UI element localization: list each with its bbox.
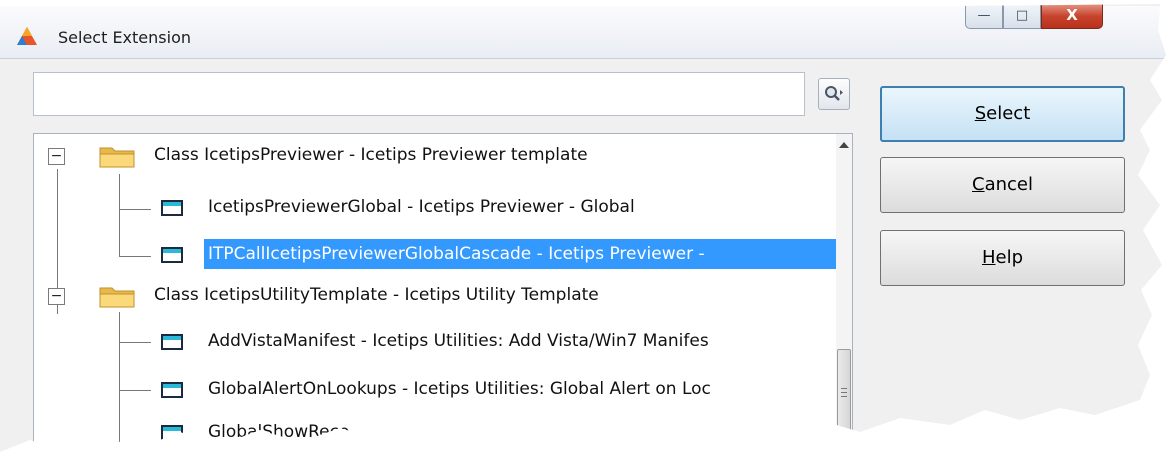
select-label: elect — [986, 103, 1031, 124]
extension-template-icon — [161, 200, 183, 216]
scroll-up-arrow-icon[interactable] — [839, 142, 849, 148]
tree-item-row[interactable]: IcetipsPreviewerGlobal - Icetips Preview… — [34, 188, 834, 228]
grip-icon — [841, 392, 847, 393]
tree-item-row[interactable]: AddVistaManifest - Icetips Utilities: Ad… — [34, 328, 834, 368]
tree-item-label: IcetipsPreviewerGlobal - Icetips Preview… — [208, 197, 635, 217]
extension-template-icon — [161, 247, 183, 263]
app-logo-icon — [17, 27, 37, 45]
folder-icon — [99, 147, 135, 168]
extension-template-icon — [161, 382, 183, 398]
tree-item-row-selected[interactable]: ITPCallIcetipsPreviewerGlobalCascade - I… — [34, 235, 837, 275]
folder-icon — [99, 287, 135, 308]
grip-icon — [841, 396, 847, 397]
collapse-icon[interactable]: − — [48, 148, 65, 165]
magnifier-icon — [825, 86, 843, 101]
maximize-button[interactable]: □ — [1003, 4, 1041, 29]
cancel-button[interactable]: Cancel — [880, 157, 1125, 213]
tree-item-row[interactable]: GlobalAlertOnLookups - Icetips Utilities… — [34, 376, 834, 416]
tree-group-row[interactable]: − Class IcetipsPreviewer - Icetips Previ… — [34, 140, 834, 180]
collapse-icon[interactable]: − — [48, 288, 65, 305]
select-extension-dialog: Select Extension — □ X − Class IcetipsPr… — [0, 4, 1166, 452]
help-mnemonic: H — [981, 247, 996, 268]
search-input[interactable] — [33, 72, 805, 116]
tree-item-row[interactable]: GlobalShowReco — [34, 419, 834, 452]
window-title: Select Extension — [58, 28, 191, 47]
cancel-label: ancel — [984, 174, 1033, 195]
tree-item-label: GlobalAlertOnLookups - Icetips Utilities… — [208, 379, 711, 399]
close-icon: X — [1066, 6, 1078, 24]
vertical-scrollbar[interactable] — [836, 134, 852, 452]
tree-item-label: GlobalShowReco — [208, 422, 350, 442]
extension-tree[interactable]: − Class IcetipsPreviewer - Icetips Previ… — [33, 133, 853, 452]
tree-item-label: AddVistaManifest - Icetips Utilities: Ad… — [208, 331, 709, 351]
help-label: elp — [995, 247, 1024, 268]
scrollbar-thumb[interactable] — [837, 349, 851, 439]
extension-template-icon — [161, 334, 183, 350]
tree-group-row[interactable]: − Class IcetipsUtilityTemplate - Icetips… — [34, 280, 834, 320]
search-button[interactable] — [818, 78, 850, 110]
caption-buttons: — □ X — [965, 4, 1103, 30]
extension-template-icon — [161, 425, 183, 441]
tree-item-label: Class IcetipsUtilityTemplate - Icetips U… — [154, 285, 599, 305]
tree-item-label: Class IcetipsPreviewer - Icetips Preview… — [154, 145, 588, 165]
select-mnemonic: S — [974, 103, 987, 124]
tree-item-label: ITPCallIcetipsPreviewerGlobalCascade - I… — [204, 239, 837, 269]
maximize-icon: □ — [1015, 7, 1029, 23]
select-button[interactable]: Select — [880, 86, 1125, 142]
minimize-button[interactable]: — — [965, 4, 1003, 29]
help-button[interactable]: Help — [880, 230, 1125, 286]
minimize-icon: — — [977, 7, 991, 23]
close-button[interactable]: X — [1041, 4, 1103, 29]
cancel-mnemonic: C — [972, 174, 985, 195]
grip-icon — [841, 388, 847, 389]
